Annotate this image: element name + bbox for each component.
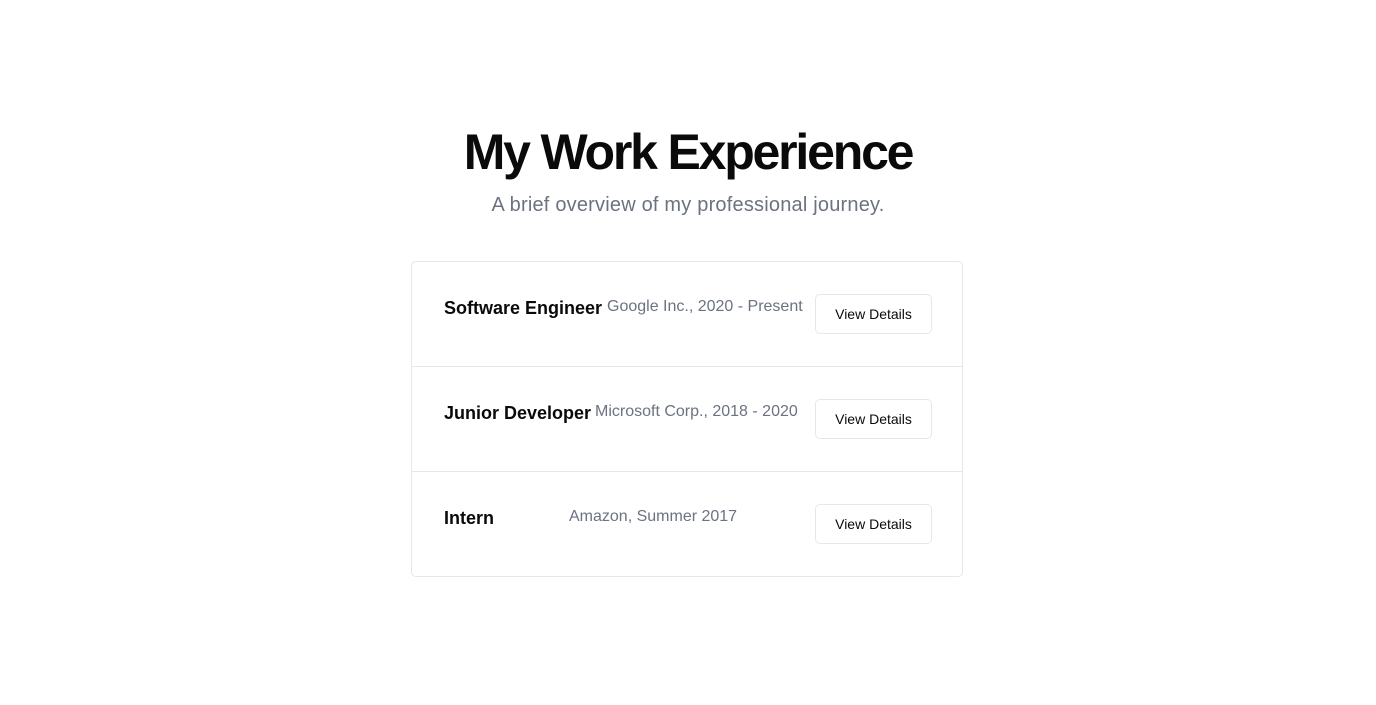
view-details-button[interactable]: View Details: [815, 399, 932, 439]
experience-item-software-engineer: Software Engineer Google Inc., 2020 - Pr…: [412, 262, 962, 367]
experience-role: Junior Developer: [444, 403, 592, 423]
experience-item-junior-developer: Junior Developer Microsoft Corp., 2018 -…: [412, 367, 962, 472]
experience-company-dates: Google Inc., 2020 - Present: [607, 298, 803, 315]
page: My Work Experience A brief overview of m…: [0, 0, 1376, 705]
experience-item-intern: Intern Amazon, Summer 2017 View Details: [412, 472, 962, 576]
experience-company-dates: Amazon, Summer 2017: [569, 508, 738, 525]
experience-role: Software Engineer: [444, 298, 603, 318]
page-title: My Work Experience: [463, 124, 915, 180]
experience-company-dates: Microsoft Corp., 2018 - 2020: [595, 403, 798, 420]
page-subtitle: A brief overview of my professional jour…: [491, 194, 885, 216]
experience-role: Intern: [444, 508, 495, 528]
view-details-button[interactable]: View Details: [815, 504, 932, 544]
experience-list: Software Engineer Google Inc., 2020 - Pr…: [411, 261, 963, 577]
page-header: My Work Experience A brief overview of m…: [0, 122, 1376, 218]
view-details-button[interactable]: View Details: [815, 294, 932, 334]
